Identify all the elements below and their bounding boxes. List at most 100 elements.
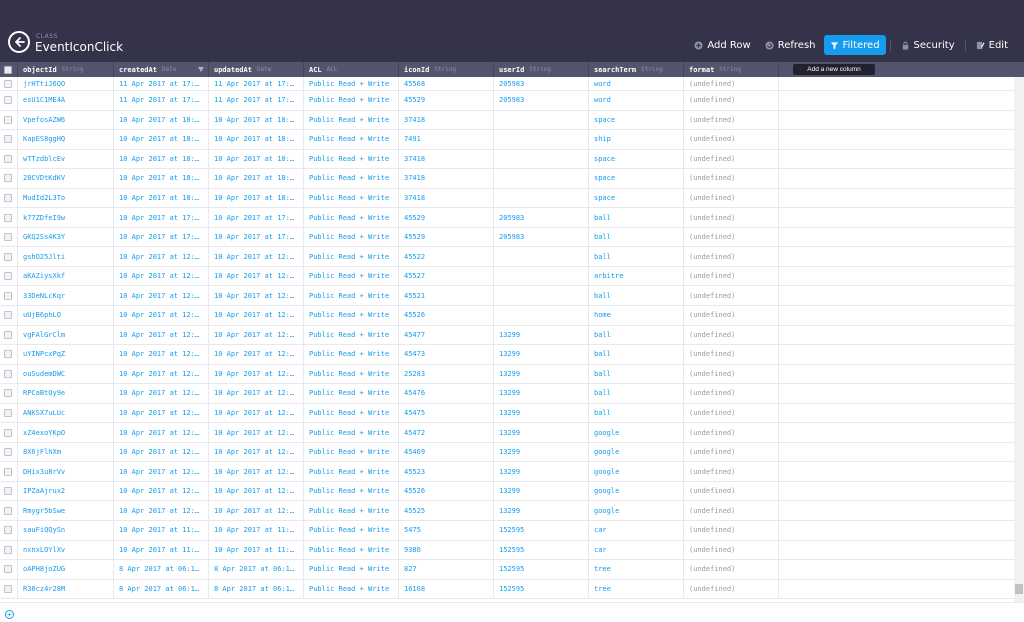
cell-format[interactable]: (undefined) [684,188,779,208]
cell-format[interactable]: (undefined) [684,91,779,110]
cell-updatedAt[interactable]: 10 Apr 2017 at 18:… [209,130,304,149]
cell-acl[interactable]: Public Read + Write [304,521,399,540]
table-row[interactable]: jrHTtiJ6QO 11 Apr 2017 at 17:… 11 Apr 2017… [0,77,1014,91]
cell-objectId[interactable]: vgFAlGrClm [18,325,114,345]
cell-updatedAt[interactable]: 8 Apr 2017 at 06:1… [209,560,304,579]
cell-iconId[interactable]: 45523 [399,462,494,481]
cell-acl[interactable]: Public Read + Write [304,286,399,306]
cell-iconId[interactable]: 37418 [399,149,494,169]
cell-objectId[interactable]: ouSudemDWC [18,364,114,384]
row-checkbox[interactable] [0,384,18,403]
cell-iconId[interactable]: 37418 [399,110,494,130]
cell-acl[interactable]: Public Read + Write [304,462,399,481]
cell-updatedAt[interactable]: 10 Apr 2017 at 12:… [209,501,304,521]
cell-objectId[interactable]: wTTzdblcEv [18,149,114,169]
column-header-acl[interactable]: ACL ACL [304,62,399,77]
table-row[interactable]: xZ4exoYKpO 10 Apr 2017 at 12:… 10 Apr 2017… [0,423,1014,443]
cell-acl[interactable]: Public Read + Write [304,266,399,286]
row-checkbox[interactable] [0,169,18,188]
cell-objectId[interactable]: uYINPcxPqZ [18,345,114,364]
table-row[interactable]: vgFAlGrClm 10 Apr 2017 at 12:… 10 Apr 2017… [0,325,1014,346]
cell-updatedAt[interactable]: 10 Apr 2017 at 12:… [209,442,304,462]
cell-iconId[interactable]: 45529 [399,91,494,110]
cell-userId[interactable]: 13299 [494,462,589,481]
cell-createdAt[interactable]: 10 Apr 2017 at 18:… [114,130,209,149]
cell-format[interactable]: (undefined) [684,325,779,345]
cell-objectId[interactable]: VpefosAZW6 [18,110,114,130]
cell-searchTerm[interactable]: google [589,501,684,521]
cell-userId[interactable]: 13299 [494,442,589,462]
row-checkbox[interactable] [0,91,18,110]
cell-updatedAt[interactable]: 10 Apr 2017 at 18:… [209,169,304,188]
vertical-scrollbar[interactable] [1014,77,1024,602]
cell-objectId[interactable]: GKQ2Ss4K3Y [18,227,114,247]
refresh-button[interactable]: Refresh [759,35,822,55]
cell-objectId[interactable]: gshO25Jlti [18,247,114,266]
cell-createdAt[interactable]: 11 Apr 2017 at 17:… [114,77,209,90]
cell-userId[interactable]: 205983 [494,227,589,247]
cell-acl[interactable]: Public Read + Write [304,579,399,599]
cell-searchTerm[interactable]: space [589,149,684,169]
row-checkbox[interactable] [0,149,18,169]
cell-createdAt[interactable]: 10 Apr 2017 at 12:… [114,306,209,325]
cell-createdAt[interactable]: 10 Apr 2017 at 12:… [114,481,209,501]
cell-iconId[interactable]: 16168 [399,579,494,599]
cell-acl[interactable]: Public Read + Write [304,227,399,247]
cell-updatedAt[interactable]: 10 Apr 2017 at 12:… [209,462,304,481]
security-button[interactable]: Security [895,35,961,55]
cell-userId[interactable]: 13299 [494,423,589,442]
row-checkbox[interactable] [0,462,18,481]
cell-format[interactable]: (undefined) [684,169,779,188]
row-checkbox[interactable] [0,345,18,364]
cell-objectId[interactable]: uUjB6phLO [18,306,114,325]
table-row[interactable]: esU1C1ME4A 11 Apr 2017 at 17:… 11 Apr 2017… [0,91,1014,111]
cell-objectId[interactable]: sauFiQQySn [18,521,114,540]
cell-searchTerm[interactable]: ball [589,364,684,384]
cell-acl[interactable]: Public Read + Write [304,560,399,579]
row-checkbox[interactable] [0,306,18,325]
cell-userId[interactable]: 152595 [494,579,589,599]
cell-userId[interactable]: 13299 [494,345,589,364]
cell-userId[interactable] [494,247,589,266]
cell-acl[interactable]: Public Read + Write [304,130,399,149]
cell-iconId[interactable]: 45526 [399,481,494,501]
cell-acl[interactable]: Public Read + Write [304,208,399,227]
table-row[interactable]: VpefosAZW6 10 Apr 2017 at 18:… 10 Apr 2017… [0,110,1014,131]
cell-createdAt[interactable]: 10 Apr 2017 at 11:… [114,521,209,540]
cell-objectId[interactable]: nxnxLOYlXv [18,540,114,560]
cell-searchTerm[interactable]: google [589,442,684,462]
table-row[interactable]: gshO25Jlti 10 Apr 2017 at 12:… 10 Apr 2017… [0,247,1014,267]
cell-updatedAt[interactable]: 10 Apr 2017 at 12:… [209,247,304,266]
add-row-plus-icon[interactable]: + [5,610,14,619]
cell-objectId[interactable]: 8X6jFlhXm [18,442,114,462]
cell-iconId[interactable]: 827 [399,560,494,579]
cell-updatedAt[interactable]: 11 Apr 2017 at 17:… [209,91,304,110]
cell-updatedAt[interactable]: 10 Apr 2017 at 12:… [209,403,304,423]
cell-createdAt[interactable]: 8 Apr 2017 at 06:1… [114,560,209,579]
cell-format[interactable]: (undefined) [684,384,779,403]
cell-createdAt[interactable]: 11 Apr 2017 at 17:… [114,91,209,110]
add-column-button[interactable]: Add a new column [793,64,875,75]
cell-userId[interactable]: 13299 [494,501,589,521]
scrollbar-thumb[interactable] [1015,584,1023,594]
cell-userId[interactable] [494,149,589,169]
cell-createdAt[interactable]: 10 Apr 2017 at 12:… [114,423,209,442]
row-checkbox[interactable] [0,442,18,462]
cell-userId[interactable]: 205983 [494,91,589,110]
cell-iconId[interactable]: 45527 [399,266,494,286]
cell-objectId[interactable]: IPZaAjrux2 [18,481,114,501]
cell-acl[interactable]: Public Read + Write [304,442,399,462]
cell-format[interactable]: (undefined) [684,462,779,481]
cell-updatedAt[interactable]: 10 Apr 2017 at 12:… [209,345,304,364]
cell-acl[interactable]: Public Read + Write [304,501,399,521]
add-row-button[interactable]: Add Row [688,35,756,55]
cell-acl[interactable]: Public Read + Write [304,384,399,403]
cell-acl[interactable]: Public Read + Write [304,345,399,364]
cell-updatedAt[interactable]: 11 Apr 2017 at 17:… [209,77,304,90]
cell-searchTerm[interactable]: word [589,77,684,90]
cell-updatedAt[interactable]: 10 Apr 2017 at 12:… [209,266,304,286]
column-header-userId[interactable]: userId String [494,62,589,77]
cell-format[interactable]: (undefined) [684,227,779,247]
cell-searchTerm[interactable]: space [589,110,684,130]
cell-userId[interactable] [494,306,589,325]
